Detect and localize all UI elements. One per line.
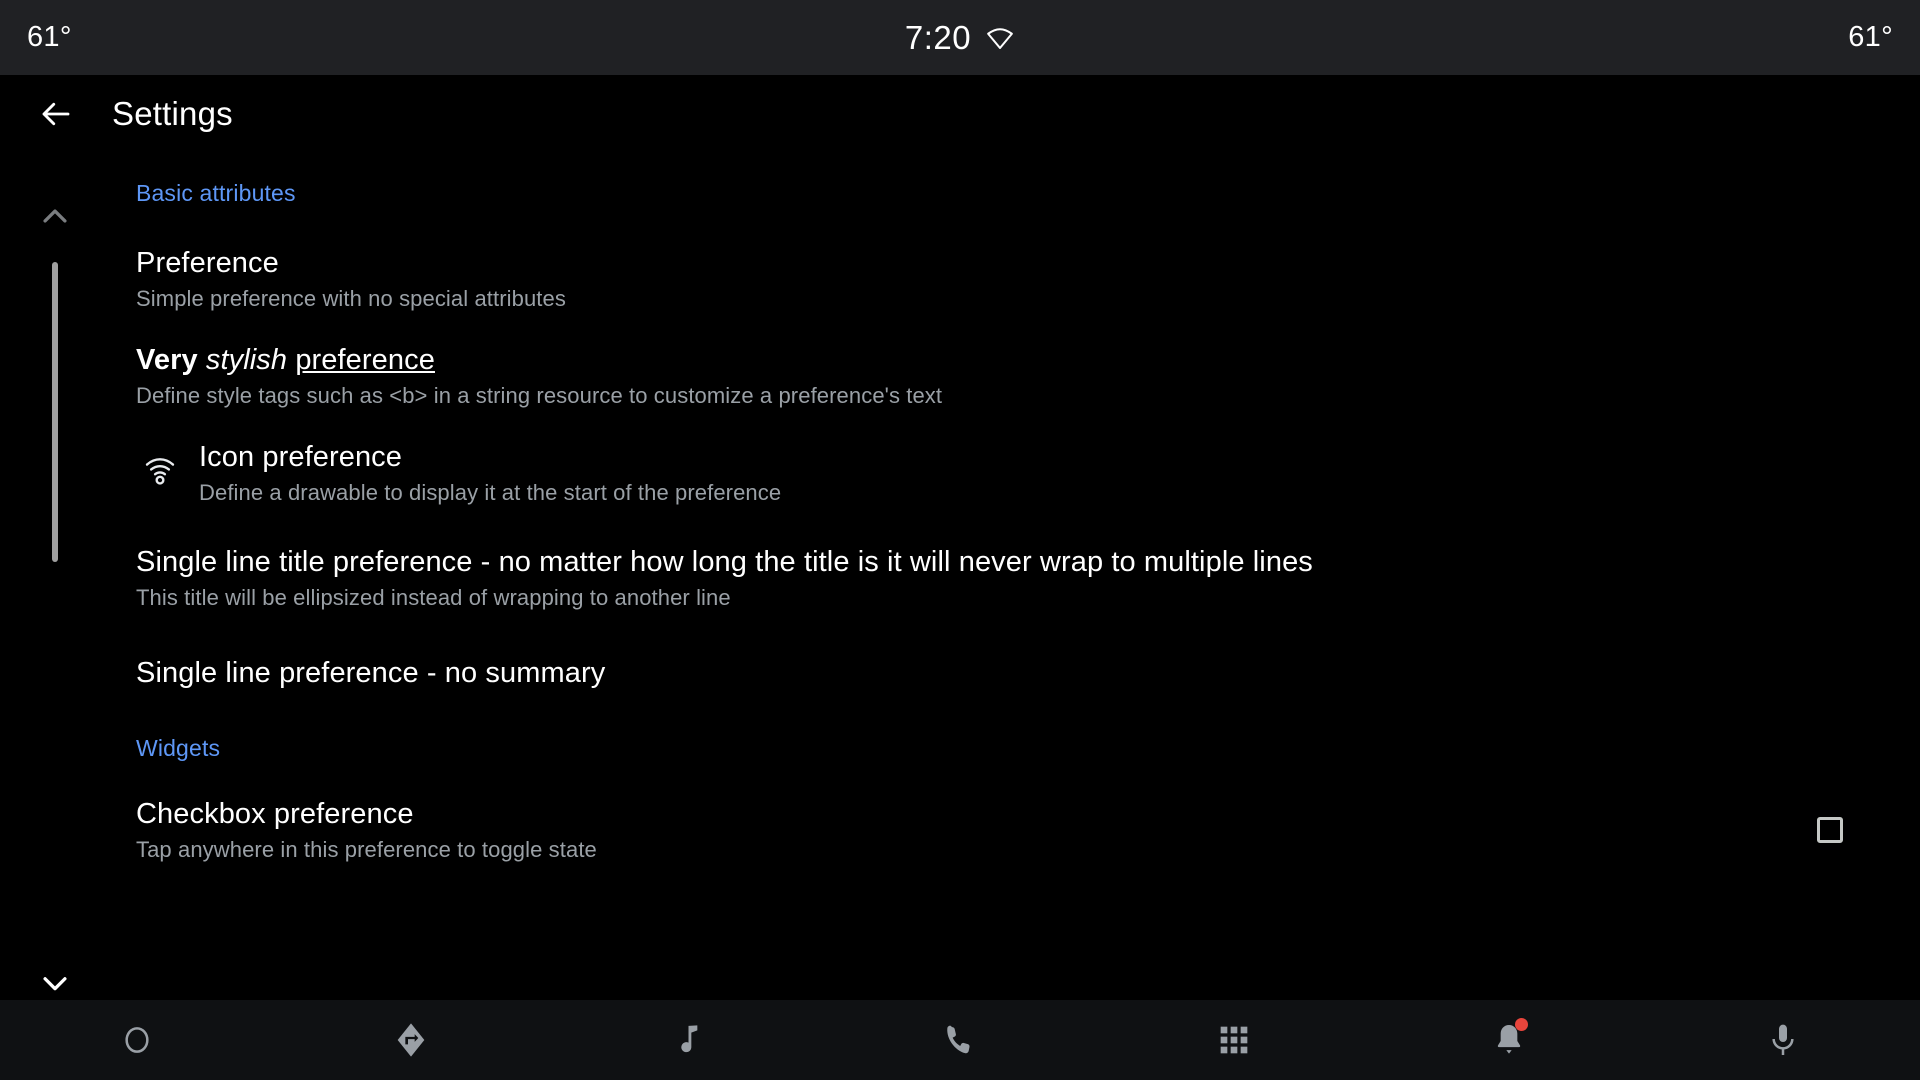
nav-item-notifications[interactable] xyxy=(1371,1000,1645,1080)
back-button[interactable] xyxy=(26,84,86,144)
preference-text-block: Checkbox preference Tap anywhere in this… xyxy=(136,796,1780,865)
preference-title: Checkbox preference xyxy=(136,798,414,830)
wifi-no-signal-icon xyxy=(985,23,1015,53)
preference-text-block: Single line title preference - no matter… xyxy=(136,544,1860,613)
preference-summary: Define style tags such as <b> in a strin… xyxy=(136,383,943,408)
preference-title: Icon preference xyxy=(199,441,403,473)
preference-text-block: Very stylish preference Define style tag… xyxy=(136,342,1860,411)
styled-title-space xyxy=(198,344,206,376)
preference-text-block: Icon preference Define a drawable to dis… xyxy=(199,439,1860,508)
preference-item-stylish[interactable]: Very stylish preference Define style tag… xyxy=(136,342,1860,411)
nav-item-home[interactable] xyxy=(0,1000,274,1080)
styled-title-bold: Very xyxy=(136,344,198,376)
checkbox-widget[interactable] xyxy=(1817,817,1843,843)
status-temperature-right: 61° xyxy=(1848,21,1893,53)
status-clock: 7:20 xyxy=(904,18,972,56)
preference-item-single-line-title[interactable]: Single line title preference - no matter… xyxy=(136,544,1860,613)
preference-summary: This title will be ellipsized instead of… xyxy=(136,585,731,610)
apps-grid-icon xyxy=(1214,1020,1254,1060)
preference-title: Single line preference - no summary xyxy=(136,657,606,689)
nav-item-navigation[interactable] xyxy=(274,1000,548,1080)
status-center-cluster: 7:20 xyxy=(0,19,1920,57)
nav-item-apps[interactable] xyxy=(1097,1000,1371,1080)
preference-item-preference[interactable]: Preference Simple preference with no spe… xyxy=(136,245,1860,314)
section-header-basic-attributes: Basic attributes xyxy=(136,180,296,206)
system-nav-bar xyxy=(0,1000,1920,1080)
preference-summary: Define a drawable to display it at the s… xyxy=(199,480,782,505)
styled-title-underline: preference xyxy=(295,344,435,376)
preference-widget-slot xyxy=(1800,800,1860,860)
toolbar: Settings xyxy=(0,75,1920,153)
nav-item-music[interactable] xyxy=(549,1000,823,1080)
screen-root: 61° 7:20 61° Settings Basic attributes P… xyxy=(0,0,1920,1080)
music-note-icon xyxy=(666,1020,706,1060)
preference-summary: Simple preference with no special attrib… xyxy=(136,286,566,311)
arrow-back-icon xyxy=(38,96,74,132)
nav-item-assistant[interactable] xyxy=(1646,1000,1920,1080)
navigation-arrow-icon xyxy=(391,1020,431,1060)
preference-item-no-summary[interactable]: Single line preference - no summary xyxy=(136,655,1860,691)
page-title: Settings xyxy=(112,95,233,132)
preference-text-block: Single line preference - no summary xyxy=(136,655,1860,691)
status-bar: 61° 7:20 61° xyxy=(0,0,1920,75)
microphone-icon xyxy=(1763,1020,1803,1060)
home-circle-icon xyxy=(117,1020,157,1060)
preference-list: Basic attributes Preference Simple prefe… xyxy=(0,180,1920,865)
section-header-widgets: Widgets xyxy=(136,735,221,761)
phone-icon xyxy=(940,1020,980,1060)
preference-summary: Tap anywhere in this preference to toggl… xyxy=(136,837,597,862)
styled-title-italic: stylish xyxy=(205,344,288,376)
wifi-icon xyxy=(136,445,184,493)
preference-item-icon[interactable]: Icon preference Define a drawable to dis… xyxy=(136,439,1860,508)
preference-list-scroll[interactable]: Basic attributes Preference Simple prefe… xyxy=(0,180,1920,1000)
preference-text-block: Preference Simple preference with no spe… xyxy=(136,245,1860,314)
preference-item-checkbox[interactable]: Checkbox preference Tap anywhere in this… xyxy=(136,796,1860,865)
preference-title: Single line title preference - no matter… xyxy=(136,546,1313,578)
notification-badge-dot xyxy=(1515,1018,1529,1031)
preference-title: Preference xyxy=(136,247,279,279)
nav-item-phone[interactable] xyxy=(823,1000,1097,1080)
preference-title-styled: Very stylish preference xyxy=(136,342,1860,378)
